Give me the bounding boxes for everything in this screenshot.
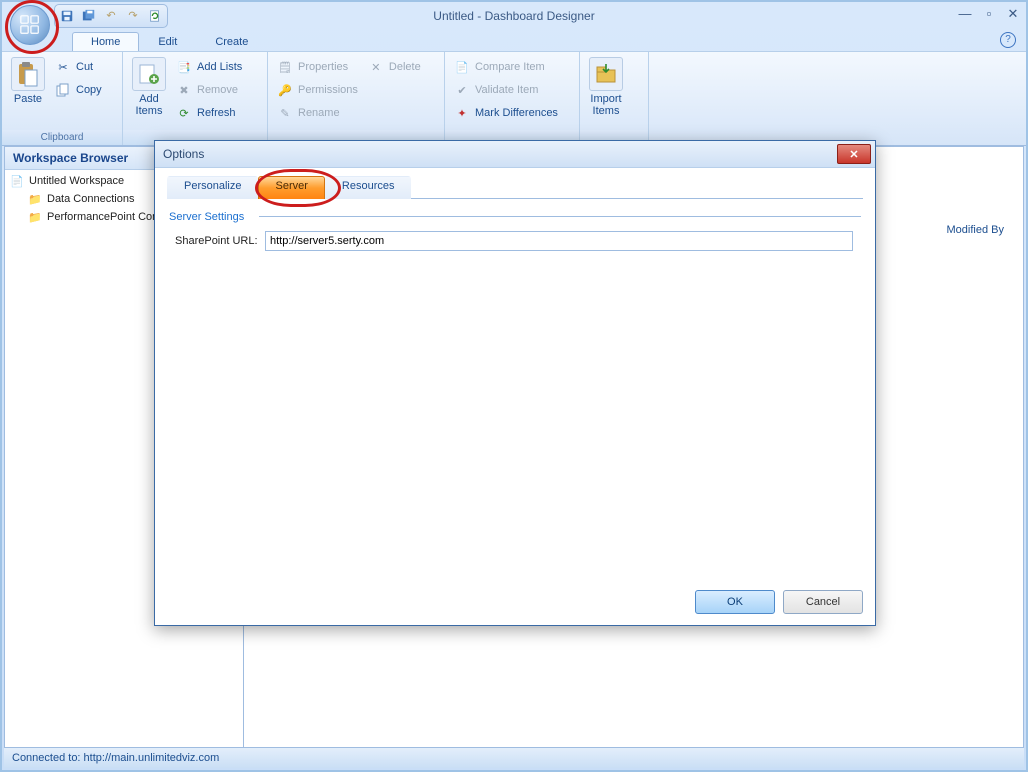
- help-icon[interactable]: ?: [1000, 32, 1016, 48]
- tab-edit[interactable]: Edit: [139, 32, 196, 51]
- folder-icon: 📁: [27, 209, 43, 225]
- tab-resources[interactable]: Resources: [325, 176, 412, 199]
- copy-button[interactable]: Copy: [52, 80, 105, 100]
- rename-button[interactable]: ✎Rename: [274, 103, 361, 123]
- import-icon: [589, 57, 623, 91]
- options-dialog: Options ✕ Personalize Server Resources S…: [154, 140, 876, 626]
- import-items-button[interactable]: Import Items: [586, 55, 626, 130]
- titlebar: ↶ ↷ Untitled - Dashboard Designer — ▫ ✕: [2, 2, 1026, 29]
- refresh-icon: ⟳: [176, 105, 192, 121]
- status-bar: Connected to: http://main.unlimitedviz.c…: [4, 747, 1024, 768]
- column-modified-by: Modified By: [947, 224, 1004, 236]
- cancel-button[interactable]: Cancel: [783, 590, 863, 614]
- maximize-button[interactable]: ▫: [982, 6, 996, 22]
- main-window: ↶ ↷ Untitled - Dashboard Designer — ▫ ✕ …: [0, 0, 1028, 772]
- compare-item-button[interactable]: 📄Compare Item: [451, 57, 561, 77]
- cut-button[interactable]: ✂Cut: [52, 57, 105, 77]
- sharepoint-url-label: SharePoint URL:: [175, 235, 265, 247]
- rename-icon: ✎: [277, 105, 293, 121]
- paste-icon: [11, 57, 45, 91]
- permissions-icon: 🔑: [277, 82, 293, 98]
- tab-personalize[interactable]: Personalize: [167, 176, 258, 199]
- cut-icon: ✂: [55, 59, 71, 75]
- save-icon[interactable]: [59, 8, 75, 24]
- dialog-close-button[interactable]: ✕: [837, 144, 871, 164]
- server-settings-label: Server Settings: [169, 211, 863, 223]
- properties-icon: 🗒: [277, 59, 293, 75]
- copy-icon: [55, 82, 71, 98]
- properties-button[interactable]: 🗒Properties: [274, 57, 361, 77]
- refresh-button[interactable]: ⟳Refresh: [173, 103, 245, 123]
- mark-diff-icon: ✦: [454, 105, 470, 121]
- add-lists-button[interactable]: 📑Add Lists: [173, 57, 245, 77]
- dialog-title: Options: [163, 147, 204, 161]
- redo-icon[interactable]: ↷: [125, 8, 141, 24]
- add-items-icon: [132, 57, 166, 91]
- undo-icon[interactable]: ↶: [103, 8, 119, 24]
- folder-icon: 📁: [27, 191, 43, 207]
- remove-icon: ✖: [176, 82, 192, 98]
- add-items-button[interactable]: Add Items: [129, 55, 169, 130]
- import-label: Import Items: [590, 93, 621, 117]
- validate-icon: ✔: [454, 82, 470, 98]
- delete-button[interactable]: ✕Delete: [365, 57, 424, 77]
- sharepoint-url-input[interactable]: [265, 231, 853, 251]
- close-button[interactable]: ✕: [1006, 6, 1020, 22]
- ribbon-tabs: Home Edit Create ?: [2, 29, 1026, 51]
- window-controls: — ▫ ✕: [958, 6, 1020, 22]
- ok-button[interactable]: OK: [695, 590, 775, 614]
- compare-icon: 📄: [454, 59, 470, 75]
- workspace-icon: 📄: [9, 173, 25, 189]
- mark-differences-button[interactable]: ✦Mark Differences: [451, 103, 561, 123]
- save-all-icon[interactable]: [81, 8, 97, 24]
- permissions-button[interactable]: 🔑Permissions: [274, 80, 361, 100]
- validate-item-button[interactable]: ✔Validate Item: [451, 80, 561, 100]
- paste-label: Paste: [14, 93, 42, 105]
- paste-button[interactable]: Paste: [8, 55, 48, 130]
- delete-icon: ✕: [368, 59, 384, 75]
- dialog-tabs: Personalize Server Resources: [167, 176, 863, 199]
- ribbon: Paste ✂Cut Copy Clipboard Add Items 📑Add…: [2, 51, 1026, 146]
- quick-access-toolbar: ↶ ↷: [54, 4, 168, 28]
- dialog-titlebar: Options ✕: [155, 141, 875, 168]
- tab-server[interactable]: Server: [258, 176, 324, 199]
- add-lists-icon: 📑: [176, 59, 192, 75]
- sharepoint-url-row: SharePoint URL:: [175, 231, 863, 251]
- refresh-icon[interactable]: [147, 8, 163, 24]
- group-clipboard-label: Clipboard: [2, 130, 122, 145]
- add-items-label: Add Items: [136, 93, 163, 117]
- tab-create[interactable]: Create: [196, 32, 267, 51]
- minimize-button[interactable]: —: [958, 6, 972, 22]
- status-text: Connected to: http://main.unlimitedviz.c…: [12, 752, 219, 764]
- remove-button[interactable]: ✖Remove: [173, 80, 245, 100]
- office-button[interactable]: [10, 5, 50, 45]
- tab-home[interactable]: Home: [72, 32, 139, 51]
